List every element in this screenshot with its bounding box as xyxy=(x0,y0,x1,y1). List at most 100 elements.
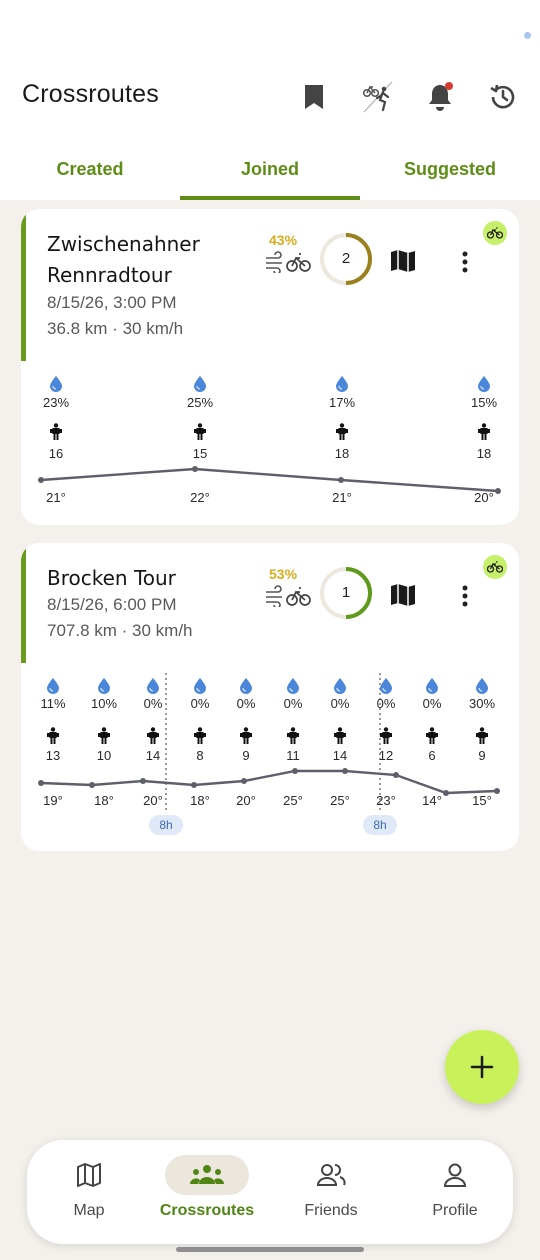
temperature-point xyxy=(494,788,500,794)
card-accent-bar xyxy=(21,209,26,361)
rain-drop-icon xyxy=(477,375,491,396)
hour-marker-badge: 8h xyxy=(363,815,397,835)
notification-bell-icon[interactable] xyxy=(421,78,459,116)
bookmark-icon[interactable] xyxy=(295,78,333,116)
route-title: Brocken Tour xyxy=(47,566,176,590)
route-stats: 707.8 km · 30 km/h xyxy=(47,621,193,640)
add-crossroute-button[interactable] xyxy=(445,1030,519,1104)
wind-direction-icon xyxy=(97,727,111,749)
nav-item-map[interactable]: Map xyxy=(27,1140,151,1244)
map-icon xyxy=(27,1160,151,1190)
temperature-point xyxy=(495,488,501,494)
rain-drop-icon xyxy=(286,677,300,698)
temperature-point xyxy=(38,477,44,483)
rain-drop-icon xyxy=(475,677,489,698)
route-title: Zwischenahner xyxy=(47,232,200,256)
nav-item-profile[interactable]: Profile xyxy=(393,1140,517,1244)
active-tab-indicator xyxy=(180,196,360,200)
cycling-badge-icon xyxy=(483,221,507,245)
temperature-point xyxy=(140,778,146,784)
rain-drop-icon xyxy=(97,677,111,698)
rain-chance: 23% xyxy=(42,395,70,410)
nav-label: Profile xyxy=(432,1202,478,1219)
rain-chance: 30% xyxy=(468,696,496,711)
more-options-icon[interactable] xyxy=(453,581,477,611)
rain-drop-icon xyxy=(379,677,393,698)
temperature-point xyxy=(443,790,449,796)
tailwind-percentage: 53% xyxy=(269,566,298,582)
wind-bike-icon xyxy=(266,251,311,273)
rain-drop-icon xyxy=(239,677,253,698)
app-bar: Crossroutes Created Joined Suggested xyxy=(0,0,540,200)
wind-direction-icon xyxy=(475,727,489,749)
profile-icon xyxy=(393,1160,517,1190)
wind-direction-icon xyxy=(333,727,347,749)
hour-marker-badge: 8h xyxy=(149,815,183,835)
route-datetime: 8/15/26, 3:00 PM xyxy=(47,293,177,312)
tab-bar: Created Joined Suggested xyxy=(0,150,540,200)
route-title-line2: Rennradtour xyxy=(47,263,172,287)
cycling-badge-icon xyxy=(483,555,507,579)
nav-item-crossroutes[interactable]: Crossroutes xyxy=(145,1140,269,1244)
plus-icon xyxy=(470,1055,494,1079)
map-icon[interactable] xyxy=(387,245,419,277)
bottom-navigation: Map Crossroutes Friends Profile xyxy=(27,1140,513,1244)
participant-count: 1 xyxy=(341,584,351,601)
nav-item-friends[interactable]: Friends xyxy=(269,1140,393,1244)
wind-direction-icon xyxy=(46,727,60,749)
rain-chance: 17% xyxy=(328,395,356,410)
temperature-line-chart xyxy=(38,768,500,796)
route-card[interactable]: Zwischenahner Rennradtour 8/15/26, 3:00 … xyxy=(21,209,519,525)
rain-drop-icon xyxy=(193,375,207,396)
history-icon[interactable] xyxy=(484,78,522,116)
temperature-point xyxy=(338,477,344,483)
wind-direction-icon xyxy=(286,727,300,749)
wind-direction-icon xyxy=(425,727,439,749)
route-stats: 36.8 km · 30 km/h xyxy=(47,319,184,338)
temperature-point xyxy=(292,768,298,774)
status-indicator-dot xyxy=(524,32,531,39)
rain-drop-icon xyxy=(335,375,349,396)
rain-drop-icon xyxy=(46,677,60,698)
more-options-icon[interactable] xyxy=(453,247,477,277)
wind-bike-icon xyxy=(266,585,311,607)
tab-joined[interactable]: Joined xyxy=(180,150,360,200)
temperature-point xyxy=(393,772,399,778)
participant-count: 2 xyxy=(341,250,351,267)
card-accent-bar xyxy=(21,543,26,663)
route-datetime: 8/15/26, 6:00 PM xyxy=(47,595,177,614)
wind-direction-icon xyxy=(239,727,253,749)
temperature-point xyxy=(342,768,348,774)
wind-direction-icon xyxy=(379,727,393,749)
temperature-line-chart xyxy=(38,466,501,494)
temperature-line xyxy=(40,467,499,493)
tailwind-percentage: 43% xyxy=(269,232,298,248)
rain-drop-icon xyxy=(146,677,160,698)
route-card[interactable]: Brocken Tour 8/15/26, 6:00 PM 707.8 km ·… xyxy=(21,543,519,851)
rain-chance: 15% xyxy=(470,395,498,410)
nav-label: Crossroutes xyxy=(159,1202,255,1219)
rain-drop-icon xyxy=(333,677,347,698)
wind-direction-icon xyxy=(335,423,349,445)
temperature-point xyxy=(192,466,198,472)
rain-drop-icon xyxy=(425,677,439,698)
tab-created[interactable]: Created xyxy=(0,150,180,200)
group-icon xyxy=(145,1160,269,1190)
map-icon[interactable] xyxy=(387,579,419,611)
wind-direction-icon xyxy=(193,727,207,749)
friends-icon xyxy=(269,1160,393,1190)
wind-direction-icon xyxy=(477,423,491,445)
wind-speed: 9 xyxy=(478,748,486,763)
temperature-point xyxy=(38,780,44,786)
tab-suggested[interactable]: Suggested xyxy=(360,150,540,200)
wind-direction-icon xyxy=(49,423,63,445)
page-title: Crossroutes xyxy=(22,80,159,108)
home-indicator xyxy=(176,1247,364,1252)
temperature-line xyxy=(40,769,498,795)
rain-chance: 25% xyxy=(186,395,214,410)
nav-label: Friends xyxy=(304,1202,358,1219)
temperature-point xyxy=(191,782,197,788)
temperature-point xyxy=(89,782,95,788)
activity-filter-icon[interactable] xyxy=(358,78,396,116)
rain-drop-icon xyxy=(193,677,207,698)
